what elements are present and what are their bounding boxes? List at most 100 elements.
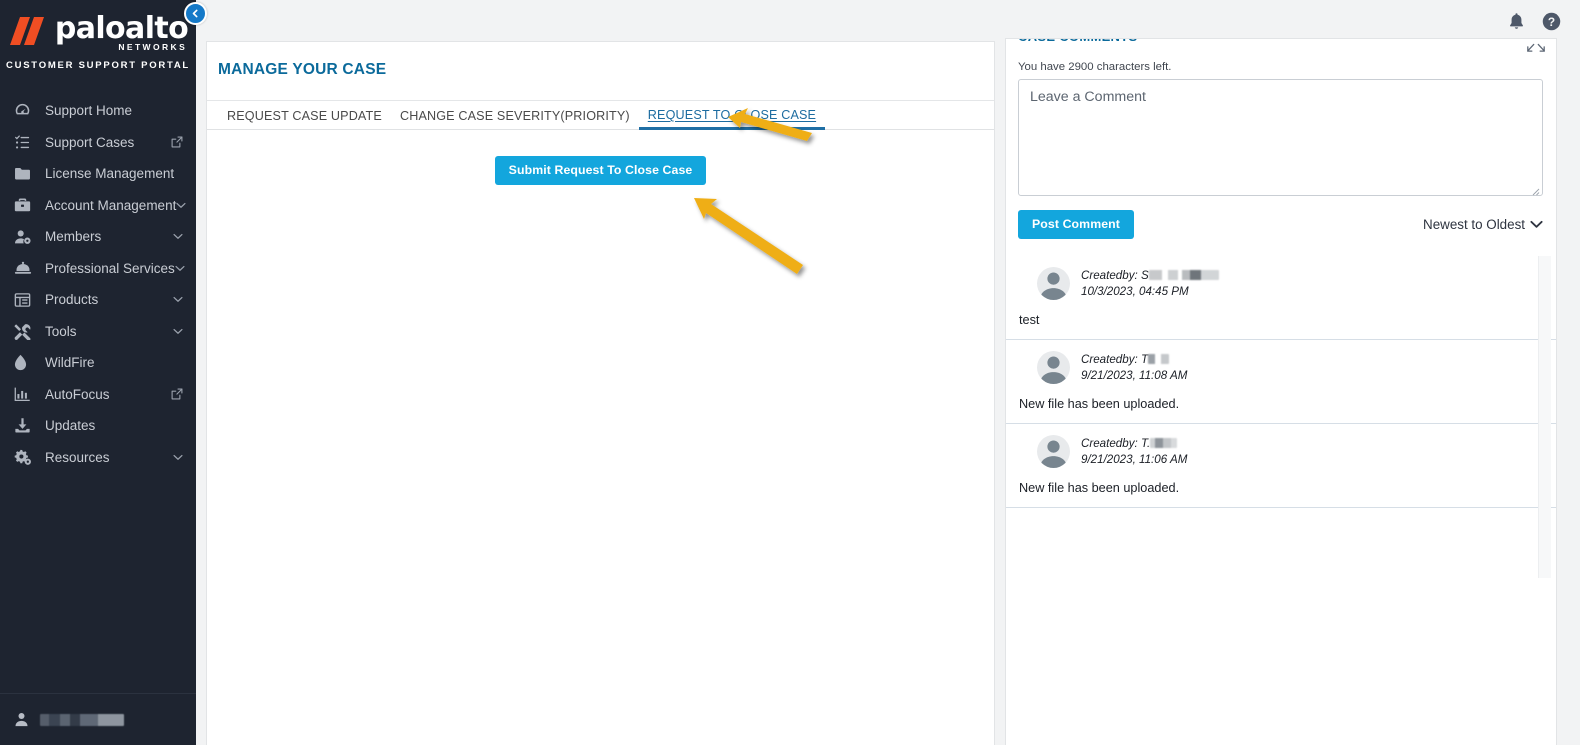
- sidebar-item-label: WildFire: [45, 355, 95, 371]
- chevron-left-icon: [191, 5, 200, 23]
- chevron-down-icon[interactable]: [173, 296, 183, 303]
- sidebar-item-label: Support Home: [45, 103, 133, 119]
- case-comments-panel: CASE COMMENTS You have 2900 characters l…: [1005, 38, 1557, 745]
- external-link-icon[interactable]: [171, 136, 183, 148]
- sidebar-nav: Support Home Support Cases License Managem…: [0, 95, 196, 473]
- sidebar-item-updates[interactable]: Updates: [0, 410, 196, 442]
- comments-list: Createdby: S 10/3/2023, 04:45 PM test Creat…: [1006, 256, 1556, 578]
- sidebar-item-label: Resources: [45, 449, 110, 465]
- list-box-icon: [14, 291, 34, 309]
- comment-timestamp: 9/21/2023, 11:08 AM: [1081, 368, 1188, 382]
- comment-sort-label: Newest to Oldest: [1423, 217, 1525, 232]
- download-icon: [14, 417, 34, 435]
- comment-author-initial: S: [1140, 268, 1149, 282]
- comment-item: Createdby: S 10/3/2023, 04:45 PM test: [1006, 256, 1556, 340]
- person-icon: [14, 712, 29, 727]
- sidebar-item-professional-services[interactable]: Professional Services: [0, 253, 196, 285]
- sidebar-item-resources[interactable]: Resources: [0, 442, 196, 474]
- manage-case-panel: MANAGE YOUR CASE REQUEST CASE UPDATE CHAN…: [206, 41, 995, 745]
- brand-logo[interactable]: paloalto ® NETWORKS CUSTOMER SUPPORT POR…: [0, 0, 196, 71]
- comment-author-initial: T.: [1140, 436, 1151, 450]
- sidebar-item-tools[interactable]: Tools: [0, 316, 196, 348]
- brand-wordmark: paloalto: [54, 11, 189, 46]
- bell-icon[interactable]: [1508, 12, 1525, 31]
- sidebar-collapse-button[interactable]: [184, 2, 207, 25]
- character-counter: You have 2900 characters left.: [1018, 61, 1172, 73]
- user-name-redacted: [40, 713, 124, 726]
- chevron-down-icon: [1530, 217, 1543, 232]
- sidebar-item-members[interactable]: Members: [0, 221, 196, 253]
- comment-body: New file has been uploaded.: [1019, 481, 1180, 495]
- comment-header: Createdby: S 10/3/2023, 04:45 PM: [1018, 267, 1532, 300]
- sidebar-item-license-management[interactable]: License Management: [0, 158, 196, 190]
- service-bell-icon: [14, 259, 34, 277]
- avatar: [1037, 351, 1070, 384]
- comment-body: New file has been uploaded.: [1019, 397, 1180, 411]
- created-by-label: Createdby:: [1081, 436, 1138, 450]
- comment-actions-row: Post Comment Newest to Oldest: [1006, 196, 1556, 239]
- sidebar-item-label: Account Management: [45, 197, 177, 213]
- comment-author-line: Createdby: T: [1081, 352, 1187, 368]
- comment-textarea-placeholder: Leave a Comment: [1030, 89, 1146, 105]
- sidebar-user-row[interactable]: [0, 693, 196, 745]
- comment-author-initial: T: [1140, 352, 1149, 366]
- sidebar-item-label: Products: [45, 292, 99, 308]
- comment-timestamp: 9/21/2023, 11:06 AM: [1081, 452, 1188, 466]
- sidebar-item-products[interactable]: Products: [0, 284, 196, 316]
- tab-content-request-to-close-case: Submit Request To Close Case: [207, 130, 994, 745]
- sidebar-item-label: AutoFocus: [45, 386, 110, 402]
- app-root: paloalto ® NETWORKS CUSTOMER SUPPORT POR…: [0, 0, 1580, 745]
- sidebar-item-autofocus[interactable]: AutoFocus: [0, 379, 196, 411]
- comment-textarea-wrapper[interactable]: Leave a Comment: [1018, 79, 1543, 196]
- comment-timestamp: 10/3/2023, 04:45 PM: [1081, 284, 1189, 298]
- svg-text:?: ?: [1548, 15, 1555, 29]
- chevron-down-icon[interactable]: [175, 265, 185, 272]
- external-link-icon[interactable]: [171, 388, 183, 400]
- comment-author-redacted: [1148, 269, 1219, 280]
- comment-meta: Createdby: T 9/21/2023, 11:08 AM: [1081, 352, 1187, 383]
- chevron-down-icon[interactable]: [173, 454, 183, 461]
- comment-author-redacted: [1148, 353, 1170, 364]
- comment-author-line: Createdby: S: [1081, 268, 1219, 284]
- tab-request-to-close-case[interactable]: REQUEST TO CLOSE CASE: [638, 108, 826, 130]
- paloalto-logo-mark: [9, 17, 48, 45]
- comment-sort-dropdown[interactable]: Newest to Oldest: [1423, 217, 1543, 232]
- comments-scrollbar[interactable]: [1538, 256, 1551, 578]
- submit-request-to-close-case-button[interactable]: Submit Request To Close Case: [494, 155, 707, 185]
- comment-author-line: Createdby: T.: [1081, 436, 1187, 452]
- top-bar: ?: [196, 0, 1580, 43]
- sidebar-item-account-management[interactable]: Account Management: [0, 190, 196, 222]
- comment-author-redacted: [1150, 437, 1178, 448]
- briefcase-icon: [14, 196, 34, 214]
- tab-change-case-severity-priority-[interactable]: CHANGE CASE SEVERITY(PRIORITY): [391, 109, 639, 130]
- sidebar: paloalto ® NETWORKS CUSTOMER SUPPORT POR…: [0, 0, 196, 745]
- collapse-diagonal-icon[interactable]: [1526, 43, 1546, 55]
- textarea-resize-grip-icon[interactable]: [1530, 183, 1540, 196]
- sidebar-item-label: License Management: [45, 166, 175, 182]
- comment-header: Createdby: T. 9/21/2023, 11:06 AM: [1018, 435, 1532, 468]
- comment-header: Createdby: T 9/21/2023, 11:08 AM: [1018, 351, 1532, 384]
- comment-body: test: [1019, 313, 1040, 327]
- tools-icon: [14, 322, 34, 340]
- bar-chart-icon: [14, 385, 34, 403]
- comment-meta: Createdby: T. 9/21/2023, 11:06 AM: [1081, 436, 1187, 467]
- chevron-down-icon[interactable]: [173, 233, 183, 240]
- sidebar-item-wildfire[interactable]: WildFire: [0, 347, 196, 379]
- page-title: MANAGE YOUR CASE: [218, 61, 387, 79]
- chevron-down-icon[interactable]: [173, 328, 183, 335]
- question-circle-icon[interactable]: ?: [1542, 12, 1561, 31]
- post-comment-button[interactable]: Post Comment: [1018, 210, 1134, 239]
- chevron-down-icon[interactable]: [176, 202, 186, 209]
- flame-drop-icon: [14, 354, 34, 372]
- avatar: [1037, 435, 1070, 468]
- portal-title: CUSTOMER SUPPORT PORTAL: [6, 60, 190, 71]
- gears-icon: [14, 448, 34, 466]
- avatar: [1037, 267, 1070, 300]
- created-by-label: Createdby:: [1081, 352, 1138, 366]
- comment-item: Createdby: T. 9/21/2023, 11:06 AM New file…: [1006, 424, 1556, 508]
- sidebar-item-label: Professional Services: [45, 260, 175, 276]
- sidebar-item-support-cases[interactable]: Support Cases: [0, 127, 196, 159]
- tab-request-case-update[interactable]: REQUEST CASE UPDATE: [218, 109, 391, 130]
- sidebar-item-support-home[interactable]: Support Home: [0, 95, 196, 127]
- sidebar-item-label: Updates: [45, 418, 96, 434]
